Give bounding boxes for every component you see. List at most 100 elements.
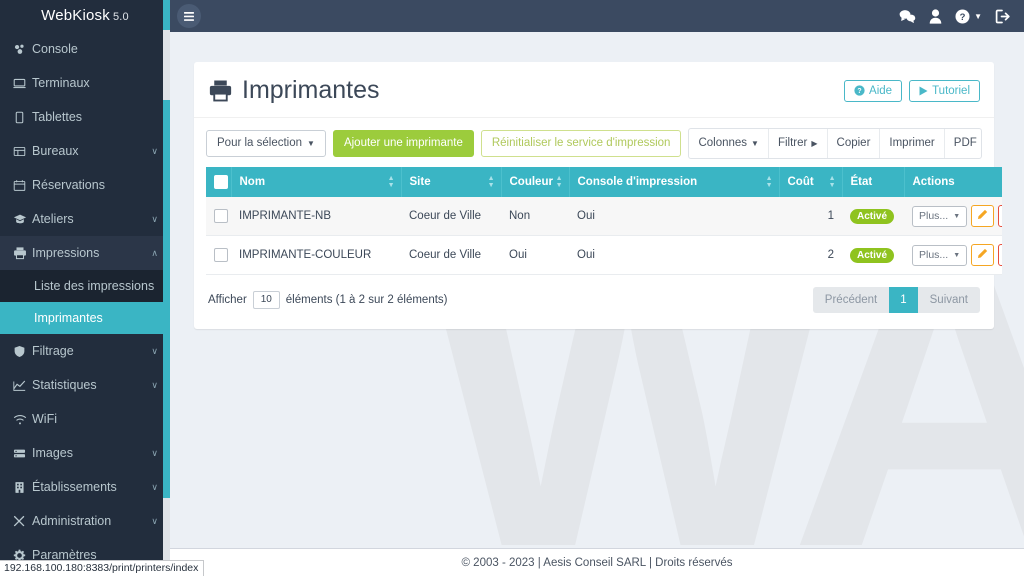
comments-icon[interactable] bbox=[899, 9, 916, 24]
pdf-export-button[interactable]: PDF bbox=[945, 129, 981, 158]
tablet-icon bbox=[13, 111, 32, 124]
sort-icon: ▲ ▼ bbox=[487, 175, 495, 189]
sidebar-subitem-label: Liste des impressions bbox=[34, 279, 155, 293]
sign-out-icon[interactable] bbox=[995, 9, 1010, 24]
cell-actions: Plus... ▼ bbox=[904, 235, 1002, 275]
sidebar-item-reservations[interactable]: Réservations bbox=[0, 168, 170, 202]
sidebar-item-wifi[interactable]: WiFi bbox=[0, 402, 170, 436]
sidebar-item-label: Ateliers bbox=[32, 212, 74, 226]
page-length-input[interactable]: 10 bbox=[252, 291, 280, 309]
more-actions-button[interactable]: Plus... ▼ bbox=[912, 244, 968, 266]
table-row[interactable]: IMPRIMANTE-NB Coeur de Ville Non Oui 1 A… bbox=[206, 197, 1002, 236]
hamburger-icon[interactable] bbox=[177, 4, 201, 28]
more-actions-label: Plus... bbox=[919, 209, 949, 222]
column-header-label: Nom bbox=[239, 176, 266, 188]
sort-icon: ▲ ▼ bbox=[765, 175, 773, 189]
pagination-previous[interactable]: Précédent bbox=[812, 287, 890, 313]
more-actions-label: Plus... bbox=[919, 248, 949, 261]
cell-site: Coeur de Ville bbox=[401, 235, 501, 275]
sort-icon: ▲ ▼ bbox=[387, 175, 395, 189]
add-printer-label: Ajouter une imprimante bbox=[343, 137, 463, 149]
sidebar-scrollbar-thumb[interactable] bbox=[163, 30, 170, 100]
svg-text:?: ? bbox=[857, 88, 861, 95]
copy-button[interactable]: Copier bbox=[828, 129, 881, 158]
chevron-down-icon: ▼ bbox=[751, 139, 759, 148]
sidebar-subitem-imprimantes[interactable]: Imprimantes bbox=[0, 302, 170, 334]
brand-logo[interactable]: WebKiosk 5.0 bbox=[0, 0, 170, 32]
sidebar-item-label: Impressions bbox=[32, 246, 100, 260]
sidebar-item-console[interactable]: Console bbox=[0, 32, 170, 66]
column-header-nom[interactable]: Nom ▲ ▼ bbox=[231, 167, 402, 197]
chevron-down-icon: ∨ bbox=[151, 213, 158, 224]
reset-print-service-button[interactable]: Réinitialiser le service d'impression bbox=[480, 130, 682, 157]
column-header-site[interactable]: Site ▲ ▼ bbox=[401, 167, 502, 197]
table-tools-group: Colonnes ▼ Filtrer ▶ Copier Imprimer PDF bbox=[688, 128, 982, 159]
browser-status-bar: 192.168.100.180:8383/print/printers/inde… bbox=[0, 560, 205, 576]
pdf-export-label: PDF bbox=[953, 137, 977, 149]
chevron-down-icon[interactable]: ▼ bbox=[974, 12, 982, 21]
table-head: Nom ▲ ▼ Site ▲ ▼ Couleur ▲ ▼ Console d'i… bbox=[206, 167, 1002, 197]
topbar: ? ▼ bbox=[170, 0, 1024, 32]
cell-console: Oui bbox=[569, 235, 779, 275]
chevron-down-icon: ∨ bbox=[151, 447, 158, 458]
more-actions-button[interactable]: Plus... ▼ bbox=[912, 205, 968, 227]
chevron-up-icon: ∧ bbox=[151, 247, 158, 258]
tutorial-button-label: Tutoriel bbox=[932, 84, 970, 97]
wifi-icon bbox=[13, 413, 32, 426]
sidebar-item-tablettes[interactable]: Tablettes bbox=[0, 100, 170, 134]
row-checkbox[interactable] bbox=[214, 209, 228, 223]
delete-row-button[interactable] bbox=[998, 244, 1002, 266]
pagination-next[interactable]: Suivant bbox=[917, 287, 980, 313]
sidebar-item-terminaux[interactable]: Terminaux bbox=[0, 66, 170, 100]
sidebar-item-etablissements[interactable]: Établissements ∨ bbox=[0, 470, 170, 504]
pagination: Précédent 1 Suivant bbox=[812, 287, 980, 313]
dashboard-icon bbox=[13, 43, 32, 56]
sidebar-item-administration[interactable]: Administration ∨ bbox=[0, 504, 170, 538]
sidebar-item-filtrage[interactable]: Filtrage ∨ bbox=[0, 334, 170, 368]
sidebar-subitem-liste-des-impressions[interactable]: Liste des impressions bbox=[0, 270, 170, 302]
tools-icon bbox=[13, 515, 32, 528]
graduation-cap-icon bbox=[13, 212, 32, 226]
table-toolbar: Pour la sélection ▼ Ajouter une imprimant… bbox=[194, 118, 994, 167]
pagination-page-1[interactable]: 1 bbox=[889, 287, 918, 313]
sidebar-item-label: Bureaux bbox=[32, 144, 79, 158]
tutorial-button[interactable]: Tutoriel bbox=[909, 79, 980, 102]
add-printer-button[interactable]: Ajouter une imprimante bbox=[332, 130, 474, 157]
filter-button[interactable]: Filtrer ▶ bbox=[769, 129, 828, 158]
sidebar-item-ateliers[interactable]: Ateliers ∨ bbox=[0, 202, 170, 236]
selection-dropdown-button[interactable]: Pour la sélection ▼ bbox=[206, 130, 326, 157]
sidebar-item-label: Terminaux bbox=[32, 76, 90, 90]
user-icon[interactable] bbox=[929, 8, 942, 24]
row-action-group: Plus... ▼ bbox=[912, 205, 1002, 227]
column-header-label: Console d'impression bbox=[577, 176, 698, 188]
sort-icon: ▲ ▼ bbox=[828, 175, 836, 189]
sidebar-scrollbar[interactable] bbox=[163, 0, 170, 576]
cell-etat: Activé bbox=[842, 235, 904, 275]
sidebar-item-bureaux[interactable]: Bureaux ∨ bbox=[0, 134, 170, 168]
table-row[interactable]: IMPRIMANTE-COULEUR Coeur de Ville Oui Ou… bbox=[206, 235, 1002, 275]
sidebar-item-impressions[interactable]: Impressions ∧ bbox=[0, 236, 170, 270]
chevron-down-icon: ▼ bbox=[953, 251, 961, 259]
edit-row-button[interactable] bbox=[971, 244, 995, 266]
select-all-checkbox[interactable] bbox=[214, 175, 228, 189]
print-button[interactable]: Imprimer bbox=[880, 129, 945, 158]
column-header-label: Actions bbox=[912, 176, 955, 188]
column-header-couleur[interactable]: Couleur ▲ ▼ bbox=[501, 167, 570, 197]
edit-row-button[interactable] bbox=[971, 205, 995, 227]
sidebar-item-images[interactable]: Images ∨ bbox=[0, 436, 170, 470]
row-checkbox[interactable] bbox=[214, 248, 228, 262]
help-button[interactable]: ? Aide bbox=[844, 79, 903, 102]
svg-text:?: ? bbox=[960, 12, 966, 23]
sidebar-item-label: Images bbox=[32, 446, 73, 460]
question-circle-icon[interactable]: ? bbox=[955, 9, 970, 24]
page-footer: © 2003 - 2023 | Aesis Conseil SARL | Dro… bbox=[170, 548, 1024, 576]
delete-row-button[interactable] bbox=[998, 205, 1002, 227]
sidebar-item-statistiques[interactable]: Statistiques ∨ bbox=[0, 368, 170, 402]
column-header-cout[interactable]: Coût ▲ ▼ bbox=[779, 167, 843, 197]
column-header-console-impression[interactable]: Console d'impression ▲ ▼ bbox=[569, 167, 780, 197]
page-title-text: Imprimantes bbox=[242, 76, 380, 104]
sidebar-item-label: Établissements bbox=[32, 480, 117, 494]
content-area: WA Imprimantes ? Aide Tutoriel Pour la s… bbox=[170, 32, 1024, 576]
pencil-icon bbox=[977, 209, 988, 223]
columns-button[interactable]: Colonnes ▼ bbox=[689, 129, 769, 158]
